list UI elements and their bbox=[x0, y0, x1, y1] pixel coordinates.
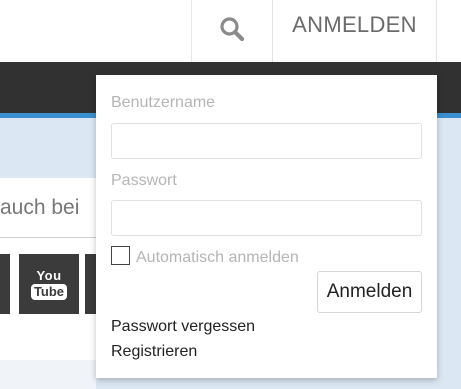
remember-label: Automatisch anmelden bbox=[136, 249, 299, 266]
youtube-button[interactable]: You Tube bbox=[19, 254, 79, 314]
background-search-text: auch bei bbox=[0, 195, 80, 219]
register-link[interactable]: Registrieren bbox=[111, 343, 197, 361]
password-field[interactable] bbox=[111, 200, 422, 236]
login-tab-label: ANMELDEN bbox=[292, 12, 417, 37]
password-label: Passwort bbox=[111, 172, 177, 189]
login-submit-button[interactable]: Anmelden bbox=[317, 271, 422, 313]
youtube-icon: You Tube bbox=[30, 268, 68, 300]
login-dropdown: Benutzername Passwort Automatisch anmeld… bbox=[96, 75, 437, 378]
remember-checkbox[interactable] bbox=[111, 246, 130, 265]
search-icon bbox=[219, 16, 245, 47]
social-tile-partial[interactable] bbox=[0, 254, 10, 314]
background-search-field: auch bei bbox=[0, 178, 100, 238]
username-label: Benutzername bbox=[111, 94, 216, 111]
footer-area bbox=[0, 360, 96, 389]
search-button[interactable] bbox=[191, 0, 272, 62]
forgot-password-link[interactable]: Passwort vergessen bbox=[111, 318, 255, 336]
username-field[interactable] bbox=[111, 123, 422, 159]
